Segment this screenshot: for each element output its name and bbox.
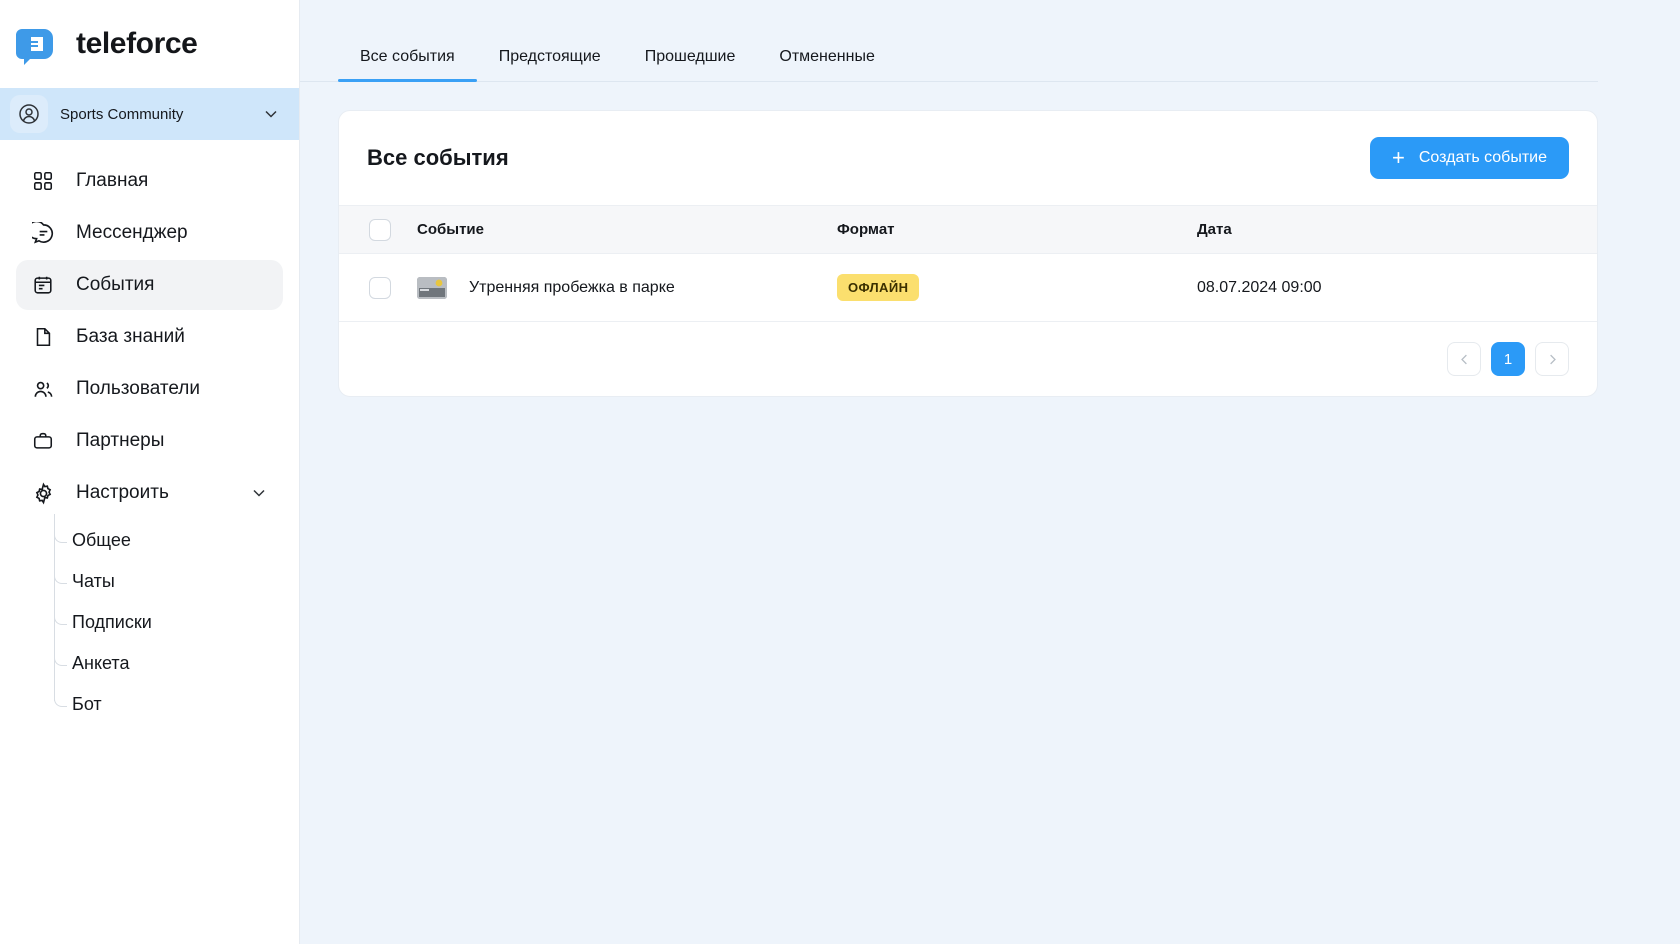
event-name: Утренняя пробежка в парке <box>469 278 675 296</box>
sidebar-item-messenger[interactable]: Мессенджер <box>16 208 283 258</box>
row-event-cell: Утренняя пробежка в парке <box>417 253 837 322</box>
table-body: Утренняя пробежка в парке ОФЛАЙН 08.07.2… <box>339 253 1597 322</box>
document-icon <box>30 324 56 350</box>
sidebar-item-label: Пользователи <box>76 378 201 399</box>
sidebar-item-events[interactable]: События <box>16 260 283 310</box>
user-circle-icon <box>10 95 48 133</box>
account-selector[interactable]: Sports Community <box>0 88 299 140</box>
sidebar-subitem-label: Бот <box>72 694 102 714</box>
tab-label: Отмененные <box>779 48 875 65</box>
tab-all-events[interactable]: Все события <box>338 48 477 82</box>
sidebar-subitem-label: Подписки <box>72 612 152 632</box>
sidebar-subitem-subscriptions[interactable]: Подписки <box>72 602 283 643</box>
column-header-format: Формат <box>837 205 1197 254</box>
page-title: Все события <box>367 145 509 170</box>
sidebar-item-partners[interactable]: Партнеры <box>16 416 283 466</box>
pagination-prev-button[interactable] <box>1447 342 1481 376</box>
tab-label: Прошедшие <box>644 48 736 65</box>
calendar-icon <box>30 272 56 298</box>
briefcase-icon <box>30 428 56 454</box>
tab-past[interactable]: Прошедшие <box>623 49 758 81</box>
teleforce-logo-icon <box>16 21 62 67</box>
create-event-label: Создать событие <box>1418 149 1547 166</box>
sidebar-item-label: Мессенджер <box>76 222 188 243</box>
plus-icon: + <box>1391 145 1405 170</box>
sidebar-subitem-label: Общее <box>72 530 131 550</box>
tab-upcoming[interactable]: Предстоящие <box>477 49 623 81</box>
row-checkbox[interactable] <box>369 276 391 299</box>
sidebar-subitem-bot[interactable]: Бот <box>72 684 283 725</box>
chevron-down-icon[interactable] <box>249 483 269 503</box>
brand-name: teleforce <box>76 27 198 60</box>
gear-icon <box>30 480 56 506</box>
sidebar-subitem-chats[interactable]: Чаты <box>72 561 283 602</box>
sidebar: teleforce Sports Community Главная Мессе… <box>0 0 300 944</box>
events-tabs: Все события Предстоящие Прошедшие Отмене… <box>300 0 1598 82</box>
sidebar-subitem-general[interactable]: Общее <box>72 520 283 561</box>
sidebar-item-main[interactable]: Главная <box>16 156 283 206</box>
pagination-next-button[interactable] <box>1535 342 1569 376</box>
chevron-down-icon[interactable] <box>261 104 281 124</box>
sidebar-item-knowledge-base[interactable]: База знаний <box>16 312 283 362</box>
card-header: Все события + Создать событие <box>339 111 1597 205</box>
event-thumbnail-image <box>417 276 447 299</box>
sidebar-item-users[interactable]: Пользователи <box>16 364 283 414</box>
select-all-checkbox[interactable] <box>369 218 391 241</box>
pagination: 1 <box>339 322 1597 396</box>
select-all-header <box>339 205 417 254</box>
sidebar-subitem-form[interactable]: Анкета <box>72 643 283 684</box>
chevron-right-icon <box>1549 354 1556 364</box>
settings-submenu: Общее Чаты Подписки Анкета Бот <box>46 514 283 725</box>
events-card: Все события + Создать событие Событие Фо… <box>338 110 1598 397</box>
chevron-left-icon <box>1460 354 1467 364</box>
brand-logo[interactable]: teleforce <box>0 0 299 88</box>
table-row[interactable]: Утренняя пробежка в парке ОФЛАЙН 08.07.2… <box>339 253 1597 322</box>
sidebar-subitem-label: Анкета <box>72 653 130 673</box>
tab-label: Все события <box>360 48 455 65</box>
sidebar-item-label: События <box>76 274 155 295</box>
create-event-button[interactable]: + Создать событие <box>1369 137 1569 179</box>
table-header: Событие Формат Дата <box>339 205 1597 254</box>
chat-bubble-icon <box>30 220 56 246</box>
row-date-cell: 08.07.2024 09:00 <box>1197 253 1597 322</box>
sidebar-subitem-label: Чаты <box>72 571 115 591</box>
row-format-cell: ОФЛАЙН <box>837 253 1197 322</box>
app-root: teleforce Sports Community Главная Мессе… <box>0 0 1680 944</box>
tab-cancelled[interactable]: Отмененные <box>757 49 896 81</box>
column-header-date: Дата <box>1197 205 1597 254</box>
sidebar-item-settings[interactable]: Настроить <box>16 468 283 518</box>
sidebar-item-label: База знаний <box>76 326 185 347</box>
tab-label: Предстоящие <box>498 48 601 65</box>
users-icon <box>30 376 56 402</box>
account-name: Sports Community <box>60 105 184 123</box>
main-content: Все события Предстоящие Прошедшие Отмене… <box>300 0 1680 944</box>
sidebar-nav: Главная Мессенджер События База знаний П… <box>0 140 299 725</box>
pagination-page-1[interactable]: 1 <box>1491 342 1525 376</box>
column-header-event: Событие <box>417 205 837 254</box>
status-badge: ОФЛАЙН <box>837 274 920 301</box>
row-select-cell <box>339 253 417 322</box>
events-table: Событие Формат Дата Утренняя пробежка в … <box>339 205 1597 322</box>
sidebar-item-label: Настроить <box>76 482 169 503</box>
sidebar-item-label: Главная <box>76 170 149 191</box>
sidebar-item-label: Партнеры <box>76 430 165 451</box>
grid-icon <box>30 168 56 194</box>
